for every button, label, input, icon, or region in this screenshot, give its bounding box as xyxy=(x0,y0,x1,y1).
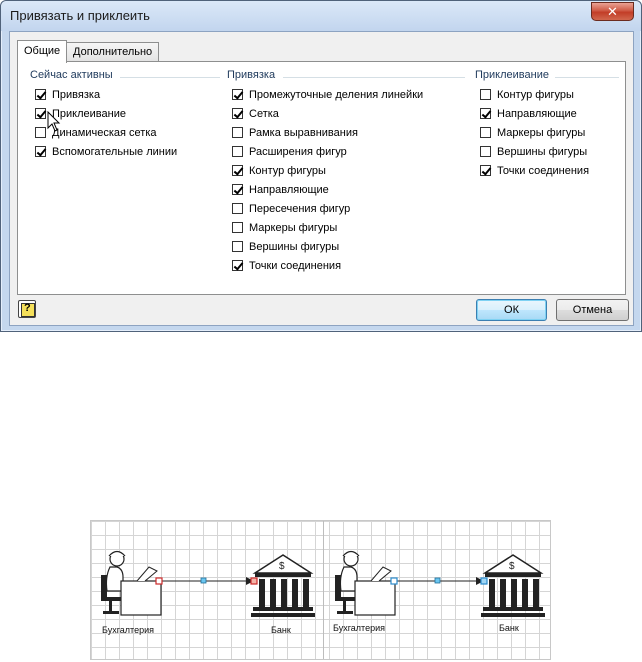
cancel-button[interactable]: Отмена xyxy=(556,299,629,321)
group-divider xyxy=(120,77,220,78)
checkbox-label: Контур фигуры xyxy=(249,164,326,177)
snap-option-8[interactable]: Вершины фигуры xyxy=(227,237,465,256)
ok-button[interactable]: ОК xyxy=(476,299,547,321)
accountant-label: Бухгалтерия xyxy=(102,625,154,635)
checkbox-checked[interactable] xyxy=(232,260,243,271)
group-title: Приклеивание xyxy=(475,69,549,81)
checkbox-label: Вспомогательные линии xyxy=(52,145,178,158)
glue-option-2[interactable]: Маркеры фигуры xyxy=(475,123,619,142)
checkbox-checked[interactable] xyxy=(35,146,46,157)
checkbox-label: Вершины фигуры xyxy=(249,240,340,253)
checkbox-checked[interactable] xyxy=(480,165,491,176)
checkbox-label: Рамка выравнивания xyxy=(249,126,358,139)
title-bar[interactable]: Привязать и приклеить ✕ xyxy=(1,1,641,31)
bank-icon xyxy=(480,554,546,618)
checkbox-label: Привязка xyxy=(52,88,101,101)
checkbox-label: Пересечения фигур xyxy=(249,202,351,215)
close-icon: ✕ xyxy=(607,3,618,19)
help-button[interactable]: ? xyxy=(18,300,36,318)
pane-divider xyxy=(323,521,324,659)
snap-option-7[interactable]: Маркеры фигуры xyxy=(227,218,465,237)
checkbox-unchecked[interactable] xyxy=(232,241,243,252)
checkbox-checked[interactable] xyxy=(232,89,243,100)
checkbox-unchecked[interactable] xyxy=(232,146,243,157)
snap-option-2[interactable]: Рамка выравнивания xyxy=(227,123,465,142)
checkbox-unchecked[interactable] xyxy=(480,127,491,138)
snap-option-0[interactable]: Промежуточные деления линейки xyxy=(227,85,465,104)
glue-option-4[interactable]: Точки соединения xyxy=(475,161,619,180)
checkbox-checked[interactable] xyxy=(232,108,243,119)
checkbox-checked[interactable] xyxy=(480,108,491,119)
tab-panel-general: Сейчас активны Привязка Приклеивание Динам… xyxy=(17,61,626,295)
checkbox-label: Маркеры фигуры xyxy=(249,221,338,234)
tab-advanced[interactable]: Дополнительно xyxy=(66,42,160,61)
mouse-cursor-icon xyxy=(47,111,61,132)
checkbox-unchecked[interactable] xyxy=(480,89,491,100)
checkbox-unchecked[interactable] xyxy=(232,203,243,214)
checkbox-label: Сетка xyxy=(249,107,279,120)
group-snap: Привязка Промежуточные деления линейки Се… xyxy=(227,69,465,275)
checkbox-label: Контур фигуры xyxy=(497,88,574,101)
checkbox-label: Маркеры фигуры xyxy=(497,126,586,139)
group-divider xyxy=(555,77,619,78)
snap-option-1[interactable]: Сетка xyxy=(227,104,465,123)
checkbox-unchecked[interactable] xyxy=(35,127,46,138)
accountant-icon xyxy=(100,550,162,616)
diagram-drawing: $ xyxy=(100,550,546,618)
group-title: Сейчас активны xyxy=(30,69,113,81)
snap-option-9[interactable]: Точки соединения xyxy=(227,256,465,275)
dialog-title: Привязать и приклеить xyxy=(10,8,150,23)
checkbox-unchecked[interactable] xyxy=(480,146,491,157)
glue-option-1[interactable]: Направляющие xyxy=(475,104,619,123)
checkbox-label: Вершины фигуры xyxy=(497,145,588,158)
diagram-canvas: $ Бухгалтерия Банк Бухгалтерия Банк xyxy=(90,520,551,660)
checkbox-label: Динамическая сетка xyxy=(52,126,157,139)
checkbox-label: Направляющие xyxy=(497,107,577,120)
checkbox-label: Расширения фигур xyxy=(249,145,347,158)
accountant-label: Бухгалтерия xyxy=(333,623,385,633)
bank-label: Банк xyxy=(499,623,519,633)
help-icon: ? xyxy=(24,302,31,314)
checkbox-checked[interactable] xyxy=(232,165,243,176)
checkbox-label: Приклеивание xyxy=(52,107,126,120)
snap-option-3[interactable]: Расширения фигур xyxy=(227,142,465,161)
dialog-body: Общие Дополнительно Сейчас активны Привя… xyxy=(9,31,634,326)
checkbox-unchecked[interactable] xyxy=(232,127,243,138)
tab-general[interactable]: Общие xyxy=(17,40,68,63)
checkbox-label: Точки соединения xyxy=(497,164,590,177)
group-glue: Приклеивание Контур фигуры Направляющие Ма… xyxy=(475,69,619,180)
group-divider xyxy=(283,77,465,78)
checkbox-checked[interactable] xyxy=(35,108,46,119)
active-option-0[interactable]: Привязка xyxy=(30,85,220,104)
close-button[interactable]: ✕ xyxy=(591,2,634,21)
snap-glue-dialog: Привязать и приклеить ✕ Общие Дополнител… xyxy=(0,0,642,332)
checkbox-checked[interactable] xyxy=(35,89,46,100)
snap-option-6[interactable]: Пересечения фигур xyxy=(227,199,465,218)
bank-icon xyxy=(250,554,316,618)
checkbox-label: Направляющие xyxy=(249,183,329,196)
glue-option-3[interactable]: Вершины фигуры xyxy=(475,142,619,161)
group-header: Сейчас активны xyxy=(30,69,220,85)
group-header: Привязка xyxy=(227,69,465,85)
checkbox-unchecked[interactable] xyxy=(232,222,243,233)
checkbox-checked[interactable] xyxy=(232,184,243,195)
checkbox-label: Точки соединения xyxy=(249,259,342,272)
active-option-3[interactable]: Вспомогательные линии xyxy=(30,142,220,161)
group-header: Приклеивание xyxy=(475,69,619,85)
snap-option-4[interactable]: Контур фигуры xyxy=(227,161,465,180)
bank-label: Банк xyxy=(271,625,291,635)
checkbox-label: Промежуточные деления линейки xyxy=(249,88,424,101)
group-title: Привязка xyxy=(227,69,276,81)
snap-option-5[interactable]: Направляющие xyxy=(227,180,465,199)
glue-option-0[interactable]: Контур фигуры xyxy=(475,85,619,104)
accountant-icon xyxy=(334,550,396,616)
